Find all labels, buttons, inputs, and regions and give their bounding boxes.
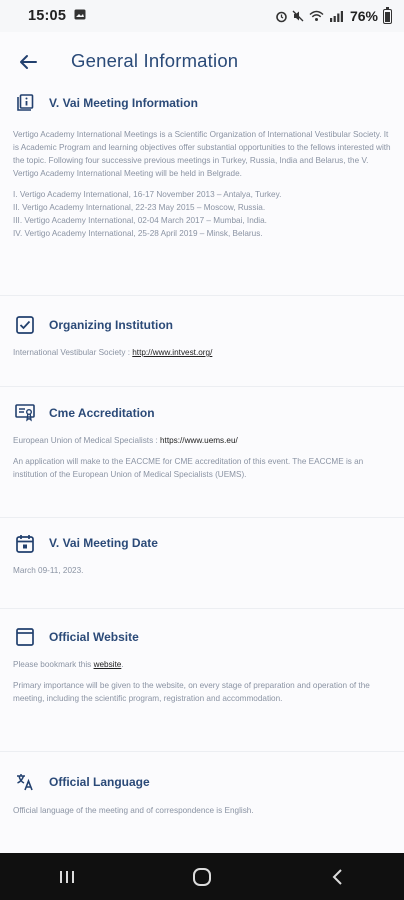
- section-official-website: Official Website Please bookmark this we…: [0, 609, 404, 752]
- back-button[interactable]: [14, 48, 42, 76]
- translate-icon: [13, 770, 37, 794]
- notification-icons: [74, 9, 86, 23]
- section-title: V. Vai Meeting Date: [49, 536, 158, 550]
- section-cme-accreditation: Cme Accreditation European Union of Medi…: [0, 387, 404, 518]
- certificate-icon: [13, 401, 37, 425]
- section-title: Organizing Institution: [49, 318, 173, 332]
- uems-link[interactable]: https://www.uems.eu/: [160, 436, 238, 445]
- status-bar: 15:05 76%: [0, 0, 404, 32]
- status-time: 15:05: [28, 8, 67, 24]
- calendar-icon: [13, 531, 37, 555]
- language-text: Official language of the meeting and of …: [13, 806, 254, 815]
- browser-window-icon: [13, 625, 37, 649]
- previous-meetings-list: I. Vertigo Academy International, 16-17 …: [13, 188, 391, 240]
- recent-apps-button[interactable]: [37, 857, 97, 897]
- bookmark-line: Please bookmark this website.: [13, 660, 124, 669]
- wifi-icon: [309, 10, 324, 21]
- list-item: I. Vertigo Academy International, 16-17 …: [13, 190, 282, 199]
- section-paragraph: An application will make to the EACCME f…: [13, 457, 364, 479]
- bookmark-label: Please bookmark this: [13, 660, 94, 669]
- institution-label: International Vestibular Society :: [13, 348, 133, 357]
- arrow-left-icon: [20, 55, 37, 69]
- uems-label: European Union of Medical Specialists :: [13, 436, 160, 445]
- section-paragraph: Primary importance will be given to the …: [13, 681, 370, 703]
- back-chevron-icon: [332, 868, 342, 885]
- recent-apps-icon: [60, 870, 75, 883]
- list-item: II. Vertigo Academy International, 22-23…: [13, 203, 266, 212]
- gallery-icon: [74, 9, 86, 20]
- signal-icon: [329, 11, 343, 22]
- website-link[interactable]: website: [94, 660, 122, 669]
- list-item: IV. Vertigo Academy International, 25-28…: [13, 229, 263, 238]
- battery-percent: 76%: [349, 8, 378, 24]
- section-title: Official Website: [49, 630, 139, 644]
- app-header: General Information: [0, 32, 404, 90]
- section-official-language: Official Language Official language of t…: [0, 752, 404, 842]
- section-title: Official Language: [49, 775, 150, 789]
- content: V. Vai Meeting Information Vertigo Acade…: [0, 90, 404, 842]
- section-meeting-information: V. Vai Meeting Information Vertigo Acade…: [0, 90, 404, 296]
- battery-icon: [383, 6, 392, 24]
- list-item: III. Vertigo Academy International, 02-0…: [13, 216, 267, 225]
- section-meeting-date: V. Vai Meeting Date March 09-11, 2023.: [0, 518, 404, 609]
- system-nav-bar: [0, 853, 404, 900]
- institution-link[interactable]: http://www.intvest.org/: [132, 348, 212, 357]
- mute-icon: [292, 10, 304, 22]
- meeting-date: March 09-11, 2023.: [13, 566, 84, 575]
- home-button[interactable]: [172, 857, 232, 897]
- system-back-button[interactable]: [307, 857, 367, 897]
- checkbox-icon: [13, 313, 37, 337]
- page-title: General Information: [71, 50, 239, 71]
- section-organizing-institution: Organizing Institution International Ves…: [0, 296, 404, 387]
- uems-line: European Union of Medical Specialists : …: [13, 434, 391, 447]
- institution-line: International Vestibular Society : http:…: [13, 346, 391, 359]
- section-paragraph: Vertigo Academy International Meetings i…: [13, 130, 391, 178]
- info-icon: [13, 91, 37, 115]
- alarm-icon: [276, 11, 287, 22]
- section-title: V. Vai Meeting Information: [49, 96, 198, 110]
- home-icon: [192, 867, 211, 886]
- section-title: Cme Accreditation: [49, 406, 155, 420]
- status-right: 76%: [276, 6, 392, 24]
